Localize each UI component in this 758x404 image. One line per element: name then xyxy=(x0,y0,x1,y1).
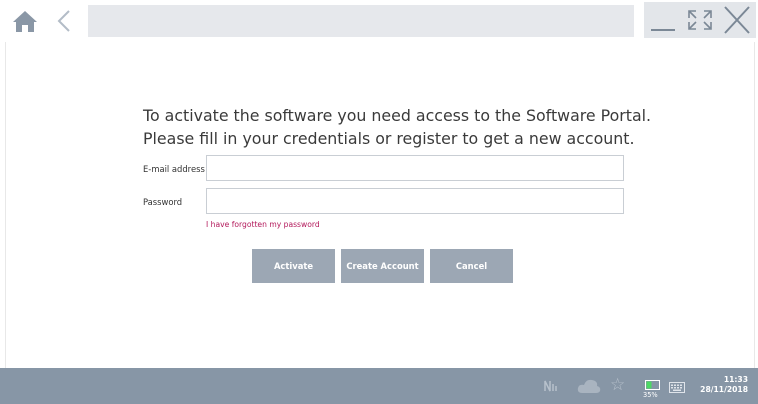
password-label: Password xyxy=(143,197,183,207)
close-icon xyxy=(724,6,750,34)
forgot-password-link[interactable]: I have forgotten my password xyxy=(206,220,320,229)
clock-date: 28/11/2018 xyxy=(700,385,748,394)
battery-percent: 35% xyxy=(643,391,658,399)
activation-instructions: To activate the software you need access… xyxy=(143,104,663,150)
close-button[interactable] xyxy=(718,2,756,38)
top-toolbar xyxy=(0,0,758,42)
star-icon[interactable]: ☆ xyxy=(610,375,625,395)
heading-line-2: Please fill in your credentials or regis… xyxy=(143,129,635,148)
create-account-button[interactable]: Create Account xyxy=(341,249,424,283)
cancel-button[interactable]: Cancel xyxy=(430,249,513,283)
back-arrow-icon[interactable] xyxy=(54,9,74,33)
email-label: E-mail address xyxy=(143,164,205,174)
minimize-button[interactable] xyxy=(644,2,682,38)
minimize-icon xyxy=(651,29,675,31)
home-icon[interactable] xyxy=(12,9,38,33)
keyboard-icon[interactable] xyxy=(669,379,685,398)
maximize-icon xyxy=(688,10,712,30)
clock-time: 11:33 xyxy=(723,375,748,384)
network-icon[interactable] xyxy=(544,380,558,395)
heading-line-1: To activate the software you need access… xyxy=(143,106,652,125)
maximize-button[interactable] xyxy=(681,2,719,38)
password-field[interactable] xyxy=(206,188,624,214)
cloud-icon[interactable] xyxy=(576,378,602,398)
email-field[interactable] xyxy=(206,155,624,181)
address-bar xyxy=(88,5,634,37)
activate-button[interactable]: Activate xyxy=(252,249,335,283)
clock[interactable]: 11:33 28/11/2018 xyxy=(690,375,748,395)
